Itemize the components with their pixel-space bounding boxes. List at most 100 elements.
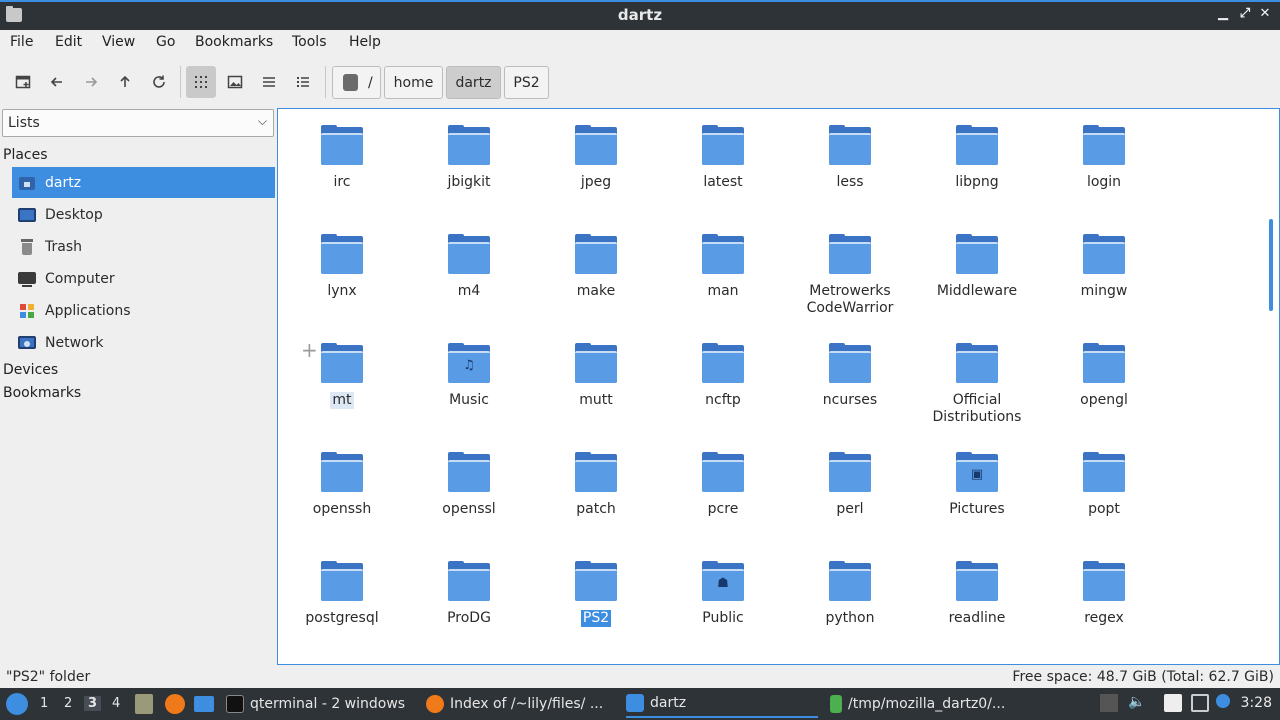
volume-icon[interactable]: 🔈 bbox=[1128, 694, 1146, 712]
workspace-3[interactable]: 3 bbox=[84, 696, 102, 711]
vertical-scrollbar[interactable] bbox=[1269, 219, 1273, 311]
folder-item[interactable]: regex bbox=[1044, 561, 1164, 627]
folder-item[interactable]: latest bbox=[663, 125, 783, 191]
applications-icon bbox=[17, 302, 37, 320]
close-icon[interactable]: ✕ bbox=[1256, 6, 1274, 26]
folder-item[interactable]: python bbox=[790, 561, 910, 627]
place-item-network[interactable]: Network bbox=[12, 327, 275, 358]
folder-item[interactable]: opengl bbox=[1044, 343, 1164, 409]
compact-view-button[interactable] bbox=[254, 66, 284, 98]
workspace-2[interactable]: 2 bbox=[64, 696, 72, 711]
folder-label: login bbox=[1086, 174, 1122, 190]
place-item-desktop[interactable]: Desktop bbox=[12, 199, 275, 230]
file-view[interactable]: + irc jbigkit jpeg latest less libpng login lyn… bbox=[277, 108, 1280, 665]
folder-item[interactable]: ☗ Public bbox=[663, 561, 783, 627]
folder-icon bbox=[626, 694, 644, 712]
side-pane-mode-select[interactable]: Lists ⌵ bbox=[2, 109, 274, 137]
new-tab-button[interactable] bbox=[8, 66, 38, 98]
folder-item[interactable]: lynx bbox=[282, 234, 402, 300]
folder-item[interactable]: jbigkit bbox=[409, 125, 529, 191]
window-titlebar[interactable]: dartz ▁ ⤢ ✕ bbox=[0, 0, 1280, 30]
menu-bookmarks[interactable]: Bookmarks bbox=[195, 34, 273, 50]
folder-item[interactable]: postgresql bbox=[282, 561, 402, 627]
folder-item[interactable]: m4 bbox=[409, 234, 529, 300]
eject-icon[interactable] bbox=[1100, 694, 1118, 712]
folder-label: m4 bbox=[457, 283, 481, 299]
folder-item[interactable]: mingw bbox=[1044, 234, 1164, 300]
detailed-list-button[interactable] bbox=[288, 66, 318, 98]
breadcrumb-root[interactable]: / bbox=[332, 66, 381, 99]
menu-file[interactable]: File bbox=[10, 34, 33, 50]
folder-item[interactable]: PS2 bbox=[536, 561, 656, 627]
bookmarks-heading[interactable]: Bookmarks bbox=[3, 385, 81, 401]
folder-item[interactable]: openssh bbox=[282, 452, 402, 518]
clipboard-icon[interactable] bbox=[1164, 694, 1182, 712]
place-item-computer[interactable]: Computer bbox=[12, 263, 275, 294]
minimize-icon[interactable]: ▁ bbox=[1214, 6, 1232, 26]
thumbnail-view-button[interactable] bbox=[220, 66, 250, 98]
notification-icon[interactable] bbox=[1216, 694, 1230, 708]
task-tmp-file[interactable]: /tmp/mozilla_dartz0/... bbox=[830, 690, 1030, 718]
back-button[interactable] bbox=[42, 66, 72, 98]
folder-item[interactable]: pcre bbox=[663, 452, 783, 518]
folder-item[interactable]: login bbox=[1044, 125, 1164, 191]
places-heading[interactable]: Places bbox=[3, 147, 48, 163]
folder-item[interactable]: patch bbox=[536, 452, 656, 518]
folder-item[interactable]: Metrowerks CodeWarrior bbox=[790, 234, 910, 317]
folder-item[interactable]: ♫ Music bbox=[409, 343, 529, 409]
maximize-icon[interactable]: ⤢ bbox=[1236, 6, 1254, 26]
task-dartz[interactable]: dartz bbox=[626, 690, 818, 718]
task-firefox[interactable]: Index of /~lily/files/ ... bbox=[426, 690, 616, 718]
file-manager-launcher-icon[interactable] bbox=[194, 696, 214, 712]
menu-edit[interactable]: Edit bbox=[55, 34, 82, 50]
workspace-4[interactable]: 4 bbox=[112, 696, 120, 711]
folder-label: lynx bbox=[327, 283, 357, 299]
folder-item[interactable]: Official Distributions bbox=[917, 343, 1037, 426]
folder-icon bbox=[1083, 234, 1125, 274]
folder-item[interactable]: popt bbox=[1044, 452, 1164, 518]
place-item-dartz[interactable]: dartz bbox=[12, 167, 275, 198]
place-item-applications[interactable]: Applications bbox=[12, 295, 275, 326]
start-menu-icon[interactable] bbox=[6, 693, 28, 715]
firefox-launcher-icon[interactable] bbox=[165, 694, 185, 714]
show-desktop-icon[interactable] bbox=[135, 694, 153, 714]
place-item-trash[interactable]: Trash bbox=[12, 231, 275, 262]
folder-item[interactable]: ProDG bbox=[409, 561, 529, 627]
menu-go[interactable]: Go bbox=[156, 34, 175, 50]
breadcrumb-ps2[interactable]: PS2 bbox=[504, 66, 549, 99]
task-qterminal[interactable]: qterminal - 2 windows bbox=[226, 690, 416, 718]
icon-view-button[interactable] bbox=[186, 66, 216, 98]
forward-button[interactable] bbox=[76, 66, 106, 98]
folder-item[interactable]: ncftp bbox=[663, 343, 783, 409]
folder-item[interactable]: perl bbox=[790, 452, 910, 518]
folder-label: Middleware bbox=[936, 283, 1018, 299]
folder-item[interactable]: less bbox=[790, 125, 910, 191]
up-button[interactable] bbox=[110, 66, 140, 98]
display-icon[interactable] bbox=[1191, 694, 1209, 712]
breadcrumb-home[interactable]: home bbox=[384, 66, 443, 99]
reload-button[interactable] bbox=[144, 66, 174, 98]
devices-heading[interactable]: Devices bbox=[3, 362, 58, 378]
menu-view[interactable]: View bbox=[102, 34, 135, 50]
folder-label: jbigkit bbox=[447, 174, 491, 190]
folder-item[interactable]: ncurses bbox=[790, 343, 910, 409]
menu-tools[interactable]: Tools bbox=[292, 34, 327, 50]
menu-help[interactable]: Help bbox=[349, 34, 381, 50]
folder-item[interactable]: irc bbox=[282, 125, 402, 191]
folder-item[interactable]: man bbox=[663, 234, 783, 300]
folder-item[interactable]: openssl bbox=[409, 452, 529, 518]
folder-item[interactable]: readline bbox=[917, 561, 1037, 627]
folder-item[interactable]: libpng bbox=[917, 125, 1037, 191]
up-icon bbox=[120, 75, 130, 87]
task-label: /tmp/mozilla_dartz0/... bbox=[848, 696, 1006, 712]
folder-item[interactable]: Middleware bbox=[917, 234, 1037, 300]
folder-item[interactable]: make bbox=[536, 234, 656, 300]
folder-item[interactable]: jpeg bbox=[536, 125, 656, 191]
folder-item[interactable]: mt bbox=[282, 343, 402, 409]
breadcrumb-dartz[interactable]: dartz bbox=[446, 66, 501, 99]
thumbnail-view-icon bbox=[227, 75, 243, 89]
folder-item[interactable]: mutt bbox=[536, 343, 656, 409]
place-label: Computer bbox=[45, 270, 115, 287]
workspace-1[interactable]: 1 bbox=[40, 696, 48, 711]
folder-item[interactable]: ▣ Pictures bbox=[917, 452, 1037, 518]
